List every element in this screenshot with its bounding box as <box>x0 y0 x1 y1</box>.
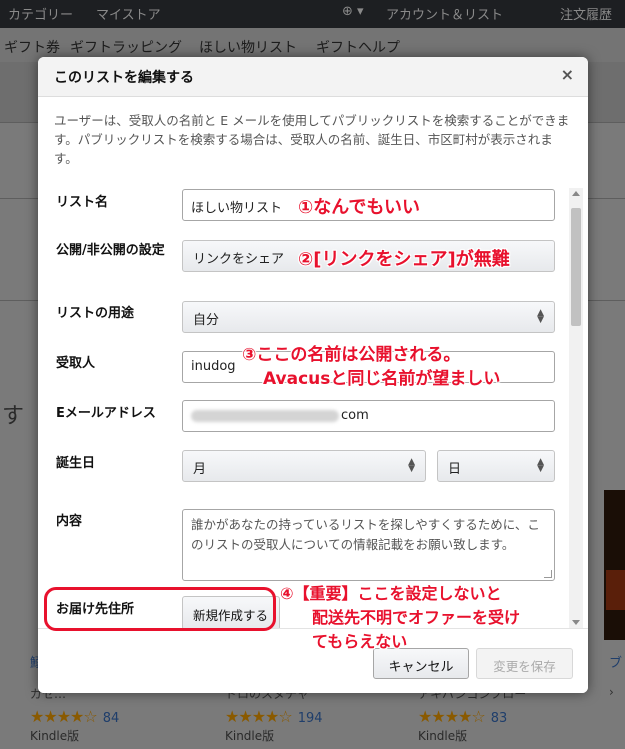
modal-header: このリストを編集する × <box>38 57 588 97</box>
modal-title: このリストを編集する <box>54 70 194 86</box>
star-rating[interactable]: ★★★★☆ 194 <box>225 707 323 726</box>
topbar-account[interactable]: アカウント＆リスト <box>386 4 503 23</box>
scrollbar-thumb[interactable] <box>571 208 581 326</box>
annotation-3-line2: Avacusと同じ名前が望ましい <box>263 369 501 389</box>
select-caret-icon: ▲ ▼ <box>408 457 415 474</box>
rating-count[interactable]: 194 <box>298 711 323 726</box>
content-textarea[interactable]: 誰かがあなたの持っているリストを探しやすくするために、このリストの受取人について… <box>182 509 555 581</box>
subnav-giftcard[interactable]: ギフト券 <box>4 37 60 57</box>
star-rating[interactable]: ★★★★☆ 84 <box>30 707 119 726</box>
purpose-value: 自分 <box>193 313 220 328</box>
product-format: Kindle版 <box>418 729 468 743</box>
select-caret-icon: ▲ ▼ <box>537 308 544 325</box>
product-format: Kindle版 <box>30 729 80 743</box>
globe-icon[interactable]: ⊕ ▾ <box>342 4 364 19</box>
birthday-day-value: 日 <box>448 462 462 477</box>
annotation-4-line1: ④【重要】ここを設定しないと <box>280 584 502 603</box>
content-placeholder: 誰かがあなたの持っているリストを探しやすくするために、このリストの受取人について… <box>191 517 540 552</box>
privacy-value: リンクをシェア <box>193 252 285 267</box>
recipient-label: 受取人 <box>56 356 96 371</box>
rating-count[interactable]: 84 <box>103 711 120 726</box>
birthday-month-select[interactable]: 月 ▲ ▼ <box>182 450 426 482</box>
subnav-gifthelp[interactable]: ギフトヘルプ <box>316 37 400 57</box>
birthday-day-select[interactable]: 日 ▲ ▼ <box>437 450 555 482</box>
topbar-orders[interactable]: 注文履歴 <box>560 4 612 23</box>
email-input[interactable]: com <box>182 400 555 432</box>
annotation-2: ②[リンクをシェア]が無難 <box>298 249 510 270</box>
rating-count[interactable]: 83 <box>491 711 508 726</box>
star-rating[interactable]: ★★★★☆ 83 <box>418 707 507 726</box>
purpose-select[interactable]: 自分 ▲ ▼ <box>182 301 555 333</box>
email-redacted <box>191 409 339 422</box>
annotation-highlight-ring <box>44 587 276 631</box>
purpose-label: リストの用途 <box>56 306 135 321</box>
background-heading-fragment: す <box>2 404 25 429</box>
annotation-1: ①なんでもいい <box>298 197 420 218</box>
resize-grip-icon[interactable] <box>544 570 552 578</box>
scroll-down-icon[interactable] <box>572 620 580 625</box>
save-button[interactable]: 変更を保存 <box>476 648 573 679</box>
cancel-button[interactable]: キャンセル <box>373 648 469 679</box>
close-icon[interactable]: × <box>561 65 574 84</box>
modal-description: ユーザーは、受取人の名前と E メールを使用してパブリックリストを検索することが… <box>54 113 570 166</box>
topbar-mystore[interactable]: マイストア <box>96 4 161 23</box>
product-thumbnail-detail <box>606 570 625 610</box>
product-author: › <box>609 685 614 699</box>
scroll-up-icon[interactable] <box>572 191 580 196</box>
subnav-giftwrap[interactable]: ギフトラッピング <box>70 37 182 57</box>
email-label: Eメールアドレス <box>56 406 156 421</box>
annotation-4-line3: てもらえない <box>312 632 408 651</box>
privacy-label: 公開/非公開の設定 <box>56 243 165 258</box>
annotation-4-line2: 配送先不明でオファーを受け <box>312 608 521 627</box>
product-link[interactable]: ブ <box>609 652 622 671</box>
birthday-month-value: 月 <box>193 462 207 477</box>
top-navbar: カテゴリー マイストア ⊕ ▾ アカウント＆リスト 注文履歴 <box>0 0 625 28</box>
topbar-category[interactable]: カテゴリー <box>8 4 73 23</box>
subnav-wishlist[interactable]: ほしい物リスト <box>199 37 297 57</box>
annotation-3-line1: ③ここの名前は公開される。 <box>242 345 461 365</box>
select-caret-icon: ▲ ▼ <box>537 457 544 474</box>
list-name-label: リスト名 <box>56 195 109 210</box>
form-scrollbar[interactable] <box>569 188 583 628</box>
product-format: Kindle版 <box>225 729 275 743</box>
content-label: 内容 <box>56 514 83 529</box>
product-thumbnail[interactable] <box>604 490 625 640</box>
email-suffix: com <box>341 408 369 423</box>
birthday-label: 誕生日 <box>56 456 96 471</box>
